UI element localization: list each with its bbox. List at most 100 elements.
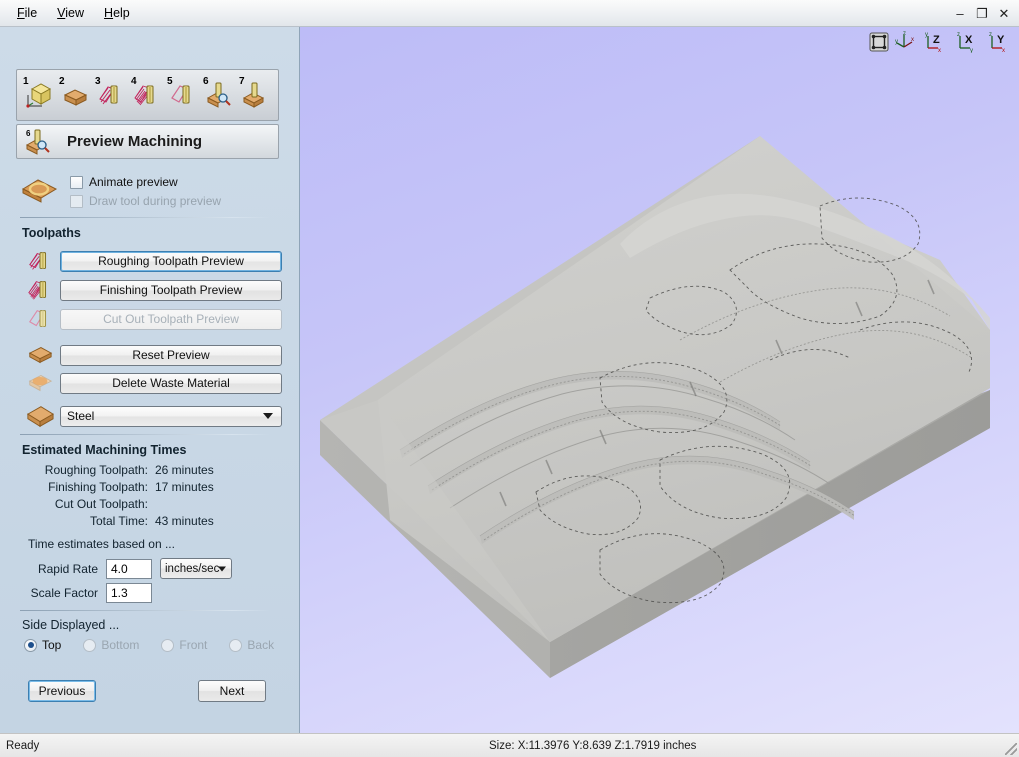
previous-button[interactable]: Previous xyxy=(28,680,96,702)
current-step-header: 6 Preview Machining xyxy=(16,124,279,159)
3d-viewport[interactable]: z y x y x Z z y X z x Y xyxy=(300,27,1019,733)
side-option-front: Front xyxy=(161,638,207,652)
cutout-toolpath-preview-button: Cut Out Toolpath Preview xyxy=(60,308,282,330)
animate-preview-label: Animate preview xyxy=(89,175,178,189)
minimize-icon[interactable]: – xyxy=(949,3,971,25)
front-view-x-icon[interactable]: z y X xyxy=(955,31,981,53)
estimate-row: Finishing Toolpath: 17 minutes xyxy=(22,480,280,494)
next-button[interactable]: Next xyxy=(198,680,266,702)
step-6-preview[interactable]: 6 xyxy=(201,75,237,115)
step-toolbar: 1 2 3 4 5 6 7 xyxy=(16,69,279,121)
side-option-label: Front xyxy=(179,638,208,652)
scale-factor-row: Scale Factor xyxy=(20,583,152,603)
svg-text:z: z xyxy=(989,32,992,38)
estimates-note: Time estimates based on ... xyxy=(28,537,175,551)
side-displayed-radiogroup: Top Bottom Front Back xyxy=(24,638,274,652)
scale-factor-input[interactable] xyxy=(106,583,152,603)
animate-preview-icon xyxy=(21,179,58,203)
estimate-value: 43 minutes xyxy=(155,514,214,528)
finishing-toolpath-icon xyxy=(20,277,60,303)
svg-text:x: x xyxy=(1002,48,1005,53)
window-controls: – ❐ ✕ xyxy=(949,0,1015,27)
view-tool-buttons: z y x y x Z z y X z x Y xyxy=(869,31,1013,53)
svg-text:x: x xyxy=(911,37,914,43)
step-5-cutout[interactable]: 5 xyxy=(165,75,201,115)
side-option-label: Bottom xyxy=(101,638,140,652)
estimated-times-group: Estimated Machining Times Roughing Toolp… xyxy=(22,443,280,551)
side-view-y-icon[interactable]: z x Y xyxy=(987,31,1013,53)
svg-text:x: x xyxy=(938,48,941,53)
svg-text:z: z xyxy=(903,31,906,37)
estimate-row: Roughing Toolpath: 26 minutes xyxy=(22,463,280,477)
main-body: 1 2 3 4 5 6 7 6 Preview Machining Animat… xyxy=(0,27,1019,733)
preview-options-group: Animate preview Draw tool during preview xyxy=(20,173,280,208)
estimates-section-label: Estimated Machining Times xyxy=(22,443,187,457)
side-displayed-label: Side Displayed ... xyxy=(22,618,120,632)
estimate-label: Total Time: xyxy=(89,514,148,528)
rapid-rate-input[interactable] xyxy=(106,558,152,579)
finishing-toolpath-row: Finishing Toolpath Preview xyxy=(20,277,282,303)
step-1-model[interactable]: 1 xyxy=(21,75,57,115)
radio-dot[interactable] xyxy=(24,638,37,652)
side-option-top[interactable]: Top xyxy=(24,638,61,652)
close-icon[interactable]: ✕ xyxy=(993,3,1015,25)
rapid-rate-label: Rapid Rate xyxy=(37,561,98,576)
rapid-rate-units-select[interactable]: inches/sec xyxy=(160,558,232,579)
wizard-panel: 1 2 3 4 5 6 7 6 Preview Machining Animat… xyxy=(0,27,300,733)
material-select[interactable]: Steel xyxy=(60,405,282,427)
material-swatch-icon xyxy=(20,403,60,429)
roughing-toolpath-row: Roughing Toolpath Preview xyxy=(20,248,282,274)
application-window: File View Help – ❐ ✕ 1 2 3 4 5 6 7 6 Pre… xyxy=(0,0,1019,757)
delete-waste-material-button[interactable]: Delete Waste Material xyxy=(60,372,282,394)
cutout-toolpath-row: Cut Out Toolpath Preview xyxy=(20,306,282,332)
reset-preview-row: Reset Preview xyxy=(20,342,282,368)
save-block-icon xyxy=(242,82,265,108)
material-block-icon xyxy=(20,342,60,368)
rapid-rate-units-value: inches/sec xyxy=(165,562,220,575)
divider-2 xyxy=(20,434,270,435)
fit-to-view-icon[interactable] xyxy=(869,32,889,52)
status-ready-text: Ready xyxy=(6,739,40,752)
resize-grip[interactable] xyxy=(1005,743,1017,755)
svg-text:y: y xyxy=(925,32,928,38)
divider-3 xyxy=(20,610,270,611)
toolpaths-section-label: Toolpaths xyxy=(22,226,81,240)
step-3-roughing[interactable]: 3 xyxy=(93,75,129,115)
preview-magnifier-icon: 6 xyxy=(25,129,50,155)
step-4-finishing[interactable]: 4 xyxy=(129,75,165,115)
svg-text:Y: Y xyxy=(997,34,1005,46)
preview-checkboxes: Animate preview Draw tool during preview xyxy=(70,173,221,208)
material-block-icon xyxy=(63,89,88,106)
preview-magnifier-icon xyxy=(206,82,231,108)
svg-text:y: y xyxy=(895,39,898,45)
step-7-save[interactable]: 7 xyxy=(237,75,273,115)
menu-view[interactable]: View xyxy=(48,3,93,23)
finishing-toolpath-icon xyxy=(134,85,154,106)
draw-tool-checkbox xyxy=(70,194,83,208)
draw-tool-label: Draw tool during preview xyxy=(89,194,222,208)
side-option-label: Top xyxy=(42,638,62,652)
cutout-toolpath-icon xyxy=(20,306,60,332)
finishing-toolpath-preview-button[interactable]: Finishing Toolpath Preview xyxy=(60,279,282,301)
radio-dot xyxy=(161,638,175,652)
scale-factor-label: Scale Factor xyxy=(30,586,98,600)
menu-help[interactable]: Help xyxy=(95,3,139,23)
estimate-value: 17 minutes xyxy=(155,480,214,494)
chevron-down-icon xyxy=(218,566,226,571)
roughing-toolpath-preview-button[interactable]: Roughing Toolpath Preview xyxy=(60,250,282,272)
machined-part-model xyxy=(320,136,990,678)
maximize-icon[interactable]: ❐ xyxy=(971,3,993,25)
waste-material-icon xyxy=(20,370,60,396)
svg-text:z: z xyxy=(957,32,960,38)
divider-1 xyxy=(20,217,270,218)
reset-preview-button[interactable]: Reset Preview xyxy=(60,344,282,366)
step-2-material[interactable]: 2 xyxy=(57,75,93,115)
animate-preview-checkbox[interactable] xyxy=(70,175,83,189)
isometric-view-icon[interactable]: z y x xyxy=(895,31,917,53)
material-select-value: Steel xyxy=(67,409,95,423)
menu-file[interactable]: File xyxy=(8,3,46,23)
page-title: Preview Machining xyxy=(67,133,203,150)
top-view-z-icon[interactable]: y x Z xyxy=(923,31,949,53)
side-option-label: Back xyxy=(247,638,275,652)
animate-preview-row[interactable]: Animate preview xyxy=(70,175,221,189)
